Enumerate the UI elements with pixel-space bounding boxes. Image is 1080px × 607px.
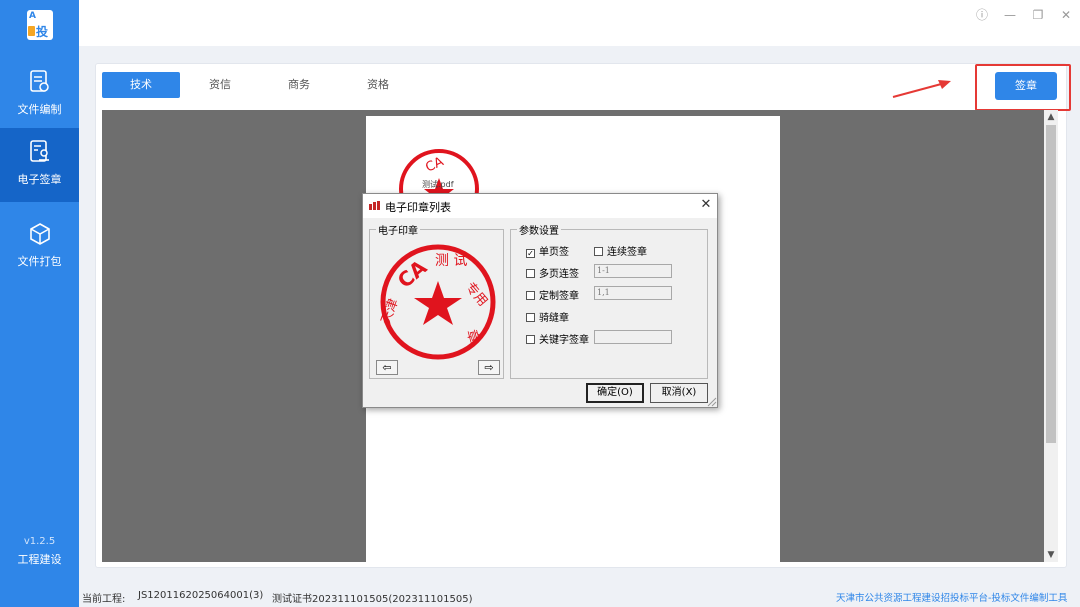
package-box-icon bbox=[30, 223, 50, 245]
minimize-icon[interactable]: — bbox=[1003, 8, 1017, 22]
seam-option[interactable]: 骑缝章 bbox=[526, 309, 569, 324]
dialog-title: 电子印章列表 bbox=[385, 201, 451, 214]
seal-group: 电子印章 CA 测 试 专用 章 天津 ⇦ ⇨ bbox=[369, 222, 504, 379]
sign-button[interactable]: 签章 bbox=[995, 72, 1057, 100]
prev-seal-button[interactable]: ⇦ bbox=[376, 360, 398, 375]
dialog-close-icon[interactable]: ✕ bbox=[698, 197, 714, 213]
keyword-option[interactable]: 关键字签章 bbox=[526, 331, 589, 346]
sidebar: A 投 文件编制 电子签章 文件打包 v1.2.5 工程建设 bbox=[0, 0, 79, 607]
ok-button[interactable]: 确定(O) bbox=[586, 383, 644, 403]
lock-icon bbox=[28, 26, 35, 36]
annotation-arrow-icon bbox=[892, 80, 951, 98]
sidebar-item-file-edit[interactable]: 文件编制 bbox=[0, 58, 79, 132]
multi-page-range-field[interactable]: 1-1 bbox=[594, 264, 672, 278]
page-seal-image: CA bbox=[399, 149, 479, 198]
seal-list-dialog: 电子印章列表 ✕ 电子印章 CA 测 试 专用 章 天津 ⇦ ⇨ 参数设置 ✓ 单… bbox=[362, 193, 718, 408]
platform-link[interactable]: 天津市公共资源工程建设招投标平台-投标文件编制工具 bbox=[836, 590, 1067, 604]
app-version: v1.2.5 bbox=[23, 536, 56, 547]
status-bar: 当前工程: JS1201162025064001(3) 测试证书20231110… bbox=[79, 586, 1080, 607]
next-seal-button[interactable]: ⇨ bbox=[478, 360, 500, 375]
tab-business[interactable]: 商务 bbox=[260, 72, 338, 98]
cancel-button[interactable]: 取消(X) bbox=[650, 383, 708, 403]
dialog-title-bar: 电子印章列表 ✕ bbox=[363, 194, 717, 218]
resize-grip-icon[interactable] bbox=[705, 395, 717, 407]
continuous-option[interactable]: 连续签章 bbox=[594, 243, 647, 258]
scroll-down-icon[interactable]: ▼ bbox=[1044, 548, 1058, 562]
info-icon[interactable]: ⓘ bbox=[975, 8, 989, 22]
tab-technical[interactable]: 技术 bbox=[102, 72, 180, 98]
params-group: 参数设置 ✓ 单页签 连续签章 多页连签 1-1 定制签章 1,1 骑缝章 关键字… bbox=[510, 222, 708, 379]
sidebar-item-label: 文件打包 bbox=[17, 255, 62, 268]
app-logo: A 投 bbox=[27, 10, 53, 40]
multi-page-checkbox[interactable] bbox=[526, 269, 535, 278]
app-small-icon bbox=[369, 201, 380, 210]
certificate-info: 测试证书202311101505(202311101505) bbox=[272, 594, 473, 605]
keyword-checkbox[interactable] bbox=[526, 335, 535, 344]
custom-position-field[interactable]: 1,1 bbox=[594, 286, 672, 300]
sidebar-item-label: 文件编制 bbox=[17, 103, 62, 116]
org-name: 工程建设 bbox=[17, 553, 62, 566]
custom-checkbox[interactable] bbox=[526, 291, 535, 300]
params-group-title: 参数设置 bbox=[517, 222, 561, 237]
seal-group-title: 电子印章 bbox=[376, 222, 420, 237]
single-page-checkbox[interactable]: ✓ bbox=[526, 249, 535, 258]
seam-checkbox[interactable] bbox=[526, 313, 535, 322]
svg-text:CA: CA bbox=[423, 154, 446, 175]
single-page-option[interactable]: ✓ 单页签 bbox=[526, 243, 569, 258]
tab-qualification[interactable]: 资格 bbox=[339, 72, 417, 98]
seal-stamp-icon bbox=[30, 140, 49, 162]
keyword-field[interactable] bbox=[594, 330, 672, 344]
page-seal-caption: 测试.pdf bbox=[422, 180, 454, 189]
restore-icon[interactable]: ❐ bbox=[1031, 8, 1045, 22]
multi-page-option[interactable]: 多页连签 bbox=[526, 265, 579, 280]
document-edit-icon bbox=[30, 70, 49, 92]
custom-option[interactable]: 定制签章 bbox=[526, 287, 579, 302]
seal-preview-image[interactable]: CA 测 试 专用 章 天津 bbox=[379, 243, 497, 361]
svg-text:测 试: 测 试 bbox=[435, 253, 467, 269]
svg-text:专用: 专用 bbox=[462, 280, 490, 310]
project-label: 当前工程: bbox=[82, 594, 126, 605]
scroll-thumb[interactable] bbox=[1046, 125, 1056, 443]
close-icon[interactable]: ✕ bbox=[1059, 8, 1073, 22]
continuous-checkbox[interactable] bbox=[594, 247, 603, 256]
sidebar-item-label: 电子签章 bbox=[17, 173, 62, 186]
project-id: JS1201162025064001(3) bbox=[138, 590, 264, 601]
vertical-scrollbar[interactable]: ▲ ▼ bbox=[1044, 110, 1058, 562]
title-bar: ⓘ — ❐ ✕ bbox=[79, 0, 1080, 46]
sidebar-item-e-seal[interactable]: 电子签章 bbox=[0, 128, 79, 202]
scroll-up-icon[interactable]: ▲ bbox=[1044, 110, 1058, 124]
tab-credit[interactable]: 资信 bbox=[181, 72, 259, 98]
sidebar-item-file-pack[interactable]: 文件打包 bbox=[0, 210, 79, 284]
